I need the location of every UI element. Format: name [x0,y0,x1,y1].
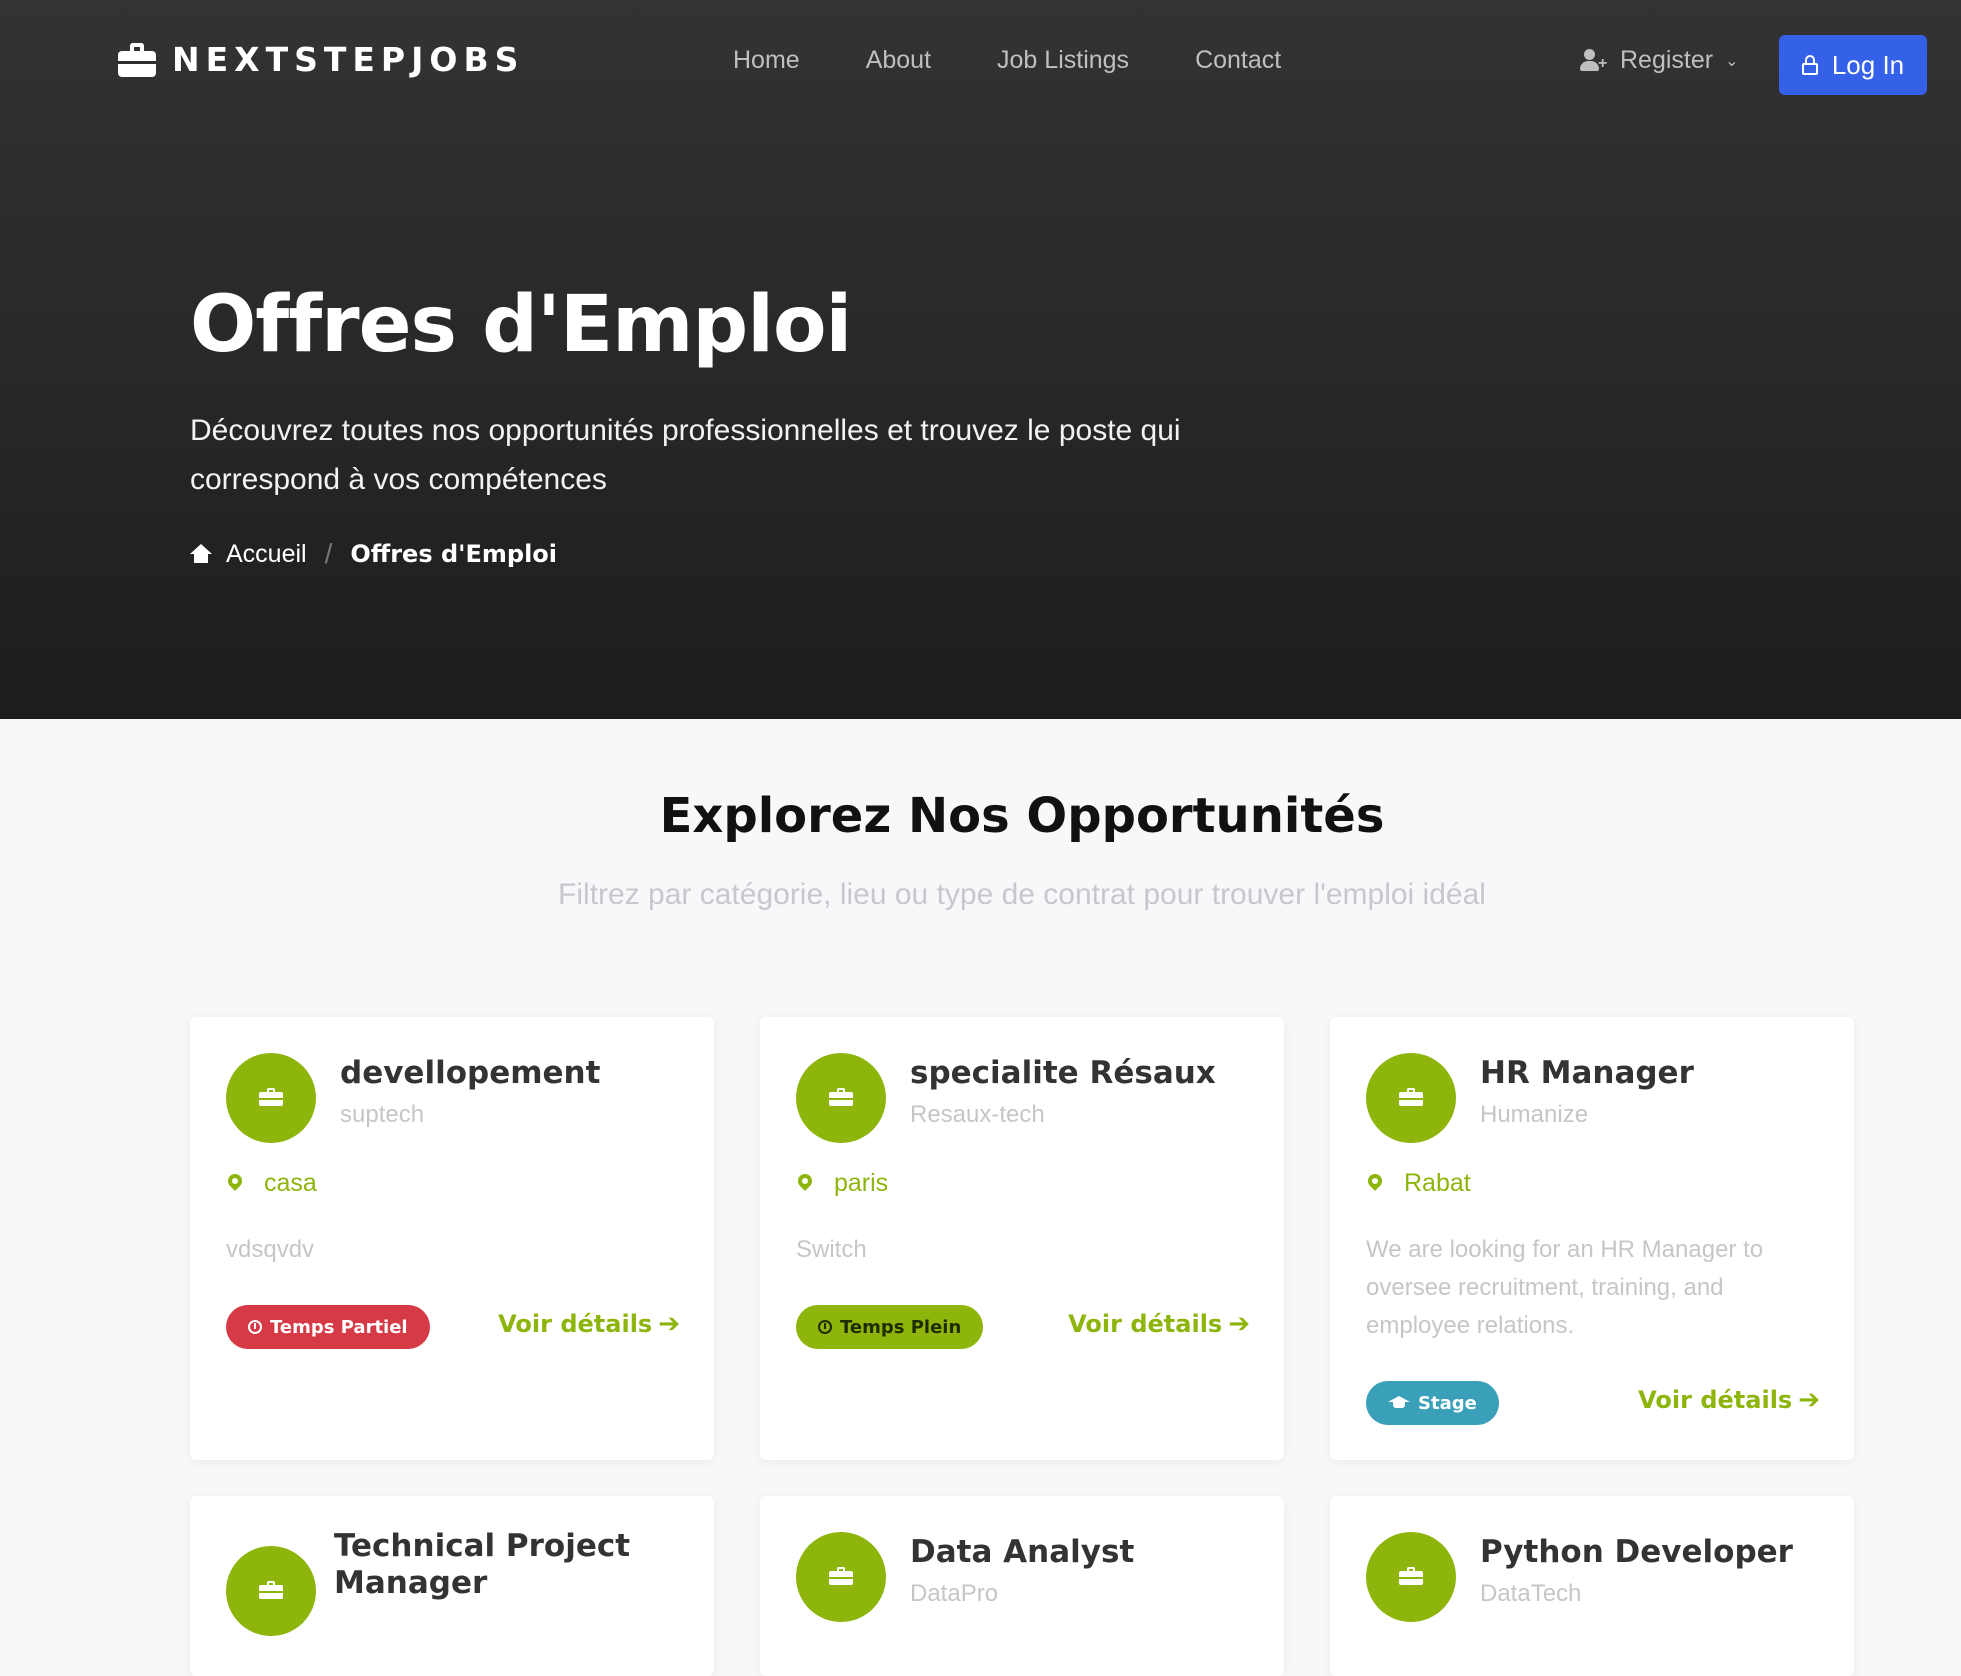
arrow-right-icon: ➔ [1228,1309,1250,1339]
login-label: Log In [1831,49,1905,80]
user-plus-icon: + [1580,48,1608,73]
job-company: DataPro [910,1580,999,1607]
arrow-right-icon: ➔ [1798,1385,1820,1415]
chevron-down-icon: ⌄ [1725,52,1739,70]
view-details-label: Voir détails [1638,1386,1793,1414]
job-type-label: Temps Plein [840,1316,962,1338]
job-title: Data Analyst [910,1534,1135,1570]
job-company: Humanize [1480,1101,1589,1128]
job-type-badge: Temps Plein [796,1305,984,1349]
nav-job-listings[interactable]: Job Listings [997,46,1129,75]
clock-icon [248,1320,262,1334]
job-location: paris [795,1169,889,1198]
graduation-cap-icon [1388,1396,1410,1410]
breadcrumb: Accueil / Offres d'Emploi [190,538,557,570]
brand-logo[interactable]: NEXTSTEPJOBS [118,40,524,79]
nav-contact[interactable]: Contact [1195,46,1281,75]
breadcrumb-home[interactable]: Accueil [226,540,307,569]
job-company: suptech [340,1101,425,1128]
breadcrumb-separator: / [324,538,333,569]
job-card[interactable]: HR Manager Humanize Rabat We are looking… [1330,1017,1854,1460]
job-briefcase-icon [1366,1053,1456,1143]
job-briefcase-icon [1366,1532,1456,1622]
job-type-label: Stage [1418,1392,1477,1414]
brand-name: NEXTSTEPJOBS [172,40,525,79]
job-briefcase-icon [796,1053,886,1143]
job-description: Switch [796,1236,867,1263]
job-card[interactable]: Data Analyst DataPro [760,1496,1284,1676]
job-briefcase-icon [226,1053,316,1143]
map-pin-icon [795,1170,815,1194]
job-type-badge: Stage [1366,1381,1499,1425]
job-briefcase-icon [796,1532,886,1622]
view-details-link[interactable]: Voir détails ➔ [1638,1385,1820,1415]
nav-about[interactable]: About [866,46,931,75]
section-title: Explorez Nos Opportunités [659,788,1385,844]
register-dropdown[interactable]: + Register ⌄ [1580,46,1739,75]
job-location-text: Rabat [1404,1169,1471,1197]
map-pin-icon [1365,1170,1385,1194]
nav-links: Home About Job Listings Contact [733,46,1347,75]
breadcrumb-current: Offres d'Emploi [350,540,558,568]
view-details-label: Voir détails [1068,1310,1223,1338]
hero-section: NEXTSTEPJOBS Home About Job Listings Con… [0,0,1961,719]
job-title: devellopement [340,1055,601,1091]
job-company: DataTech [1480,1580,1582,1607]
job-card[interactable]: Technical Project Manager [190,1496,714,1676]
job-company: Resaux-tech [910,1101,1045,1128]
page-title: Offres d'Emploi [190,280,852,370]
job-title: Python Developer [1480,1534,1793,1570]
briefcase-icon [118,42,156,77]
job-location-text: casa [264,1169,317,1197]
job-description: We are looking for an HR Manager to over… [1366,1236,1764,1339]
job-card[interactable]: devellopement suptech casa vdsqvdv Temps… [190,1017,714,1460]
section-subtitle: Filtrez par catégorie, lieu ou type de c… [558,878,1486,911]
home-icon [190,544,212,564]
job-type-badge: Temps Partiel [226,1305,430,1349]
job-location-text: paris [834,1169,889,1197]
job-type-label: Temps Partiel [270,1316,408,1338]
clock-icon [818,1320,832,1334]
view-details-link[interactable]: Voir détails ➔ [1068,1309,1250,1339]
job-title: specialite Résaux [910,1055,1216,1091]
arrow-right-icon: ➔ [658,1309,680,1339]
view-details-link[interactable]: Voir détails ➔ [498,1309,680,1339]
map-pin-icon [225,1170,245,1194]
top-navbar: NEXTSTEPJOBS Home About Job Listings Con… [0,0,1961,128]
nav-home[interactable]: Home [733,46,800,75]
job-card[interactable]: Python Developer DataTech [1330,1496,1854,1676]
register-label: Register [1620,46,1714,74]
lock-icon [1801,55,1818,75]
page-subtitle: Découvrez toutes nos opportunités profes… [190,414,1181,496]
job-location: casa [225,1169,317,1198]
job-title: HR Manager [1480,1055,1694,1091]
job-location: Rabat [1365,1169,1471,1198]
job-title: Technical Project Manager [334,1528,631,1601]
job-briefcase-icon [226,1546,316,1636]
login-button[interactable]: Log In [1779,35,1927,95]
job-description: vdsqvdv [226,1236,315,1263]
job-card[interactable]: specialite Résaux Resaux-tech paris Swit… [760,1017,1284,1460]
view-details-label: Voir détails [498,1310,653,1338]
